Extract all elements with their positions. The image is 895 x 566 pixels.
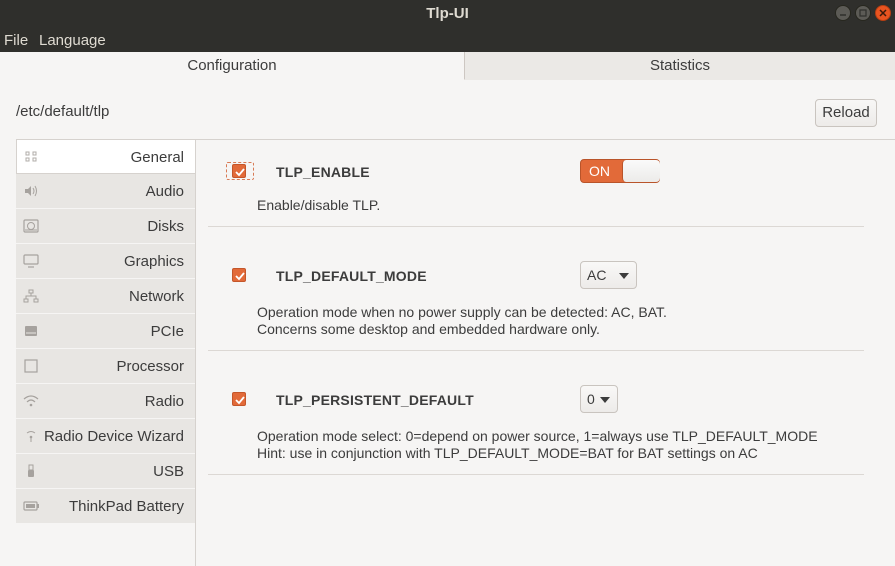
sidebar-item-label: Network: [128, 288, 184, 305]
tab-configuration[interactable]: Configuration: [0, 52, 465, 80]
checkmark-icon: [235, 168, 245, 177]
sidebar-item-label: Audio: [145, 183, 184, 200]
row-divider: [208, 350, 864, 351]
sidebar-item-label: ThinkPad Battery: [68, 498, 184, 515]
sidebar-item-processor[interactable]: Processor: [16, 349, 195, 384]
checkmark-icon: [235, 272, 245, 281]
processor-icon: [24, 359, 38, 373]
notebook-tabs: Configuration Statistics: [0, 52, 895, 80]
chevron-down-icon: [619, 273, 629, 279]
sidebar-item-audio[interactable]: Audio: [16, 174, 195, 209]
category-sidebar: General Audio Disks Graphics Network PCI…: [16, 139, 195, 524]
switch-state-label: ON: [589, 163, 610, 179]
grid-icon: [25, 151, 37, 162]
sidebar-item-graphics[interactable]: Graphics: [16, 244, 195, 279]
network-icon: [23, 289, 39, 303]
tab-statistics[interactable]: Statistics: [465, 52, 895, 80]
sidebar-item-label: USB: [153, 463, 184, 480]
sidebar-item-general[interactable]: General: [16, 139, 195, 174]
tlp-enable-switch[interactable]: ON: [580, 159, 660, 183]
switch-knob[interactable]: [622, 160, 660, 182]
wifi-icon: [23, 395, 39, 407]
disk-icon: [23, 219, 39, 233]
menu-language[interactable]: Language: [39, 32, 106, 49]
sidebar-item-radio-device-wizard[interactable]: Radio Device Wizard: [16, 419, 195, 454]
sidebar-item-disks[interactable]: Disks: [16, 209, 195, 244]
settings-panel: TLP_ENABLE ON Enable/disable TLP. TLP_DE…: [195, 139, 895, 566]
sidebar-item-thinkpad-battery[interactable]: ThinkPad Battery: [16, 489, 195, 524]
menu-bar: File Language: [0, 28, 895, 52]
setting-description: Operation mode when no power supply can …: [257, 304, 667, 320]
pcie-icon: [25, 326, 37, 336]
battery-icon: [23, 501, 39, 511]
close-icon: [879, 9, 887, 17]
setting-description: Enable/disable TLP.: [257, 197, 381, 213]
sidebar-item-label: Processor: [116, 358, 184, 375]
tlp-enable-checkbox[interactable]: [232, 164, 246, 178]
sidebar-item-radio[interactable]: Radio: [16, 384, 195, 419]
minimize-button[interactable]: [835, 5, 851, 21]
sidebar-item-network[interactable]: Network: [16, 279, 195, 314]
sidebar-item-label: Radio Device Wizard: [43, 428, 184, 445]
sidebar-item-pcie[interactable]: PCIe: [16, 314, 195, 349]
monitor-icon: [23, 254, 39, 268]
sidebar-item-label: General: [130, 149, 184, 166]
maximize-icon: [859, 9, 867, 17]
sidebar-item-label: Graphics: [123, 253, 184, 270]
setting-key: TLP_ENABLE: [276, 164, 370, 180]
usb-icon: [28, 464, 34, 477]
combo-value: AC: [587, 267, 607, 283]
maximize-button[interactable]: [855, 5, 871, 21]
tlp-persistent-default-combo[interactable]: 0: [580, 385, 618, 413]
window-title: Tlp-UI: [426, 5, 469, 22]
sidebar-item-label: Disks: [147, 218, 184, 235]
config-path: /etc/default/tlp: [16, 103, 110, 120]
setting-description: Hint: use in conjunction with TLP_DEFAUL…: [257, 445, 758, 461]
reload-button[interactable]: Reload: [815, 99, 877, 127]
setting-description: Operation mode select: 0=depend on power…: [257, 428, 818, 444]
setting-description: Concerns some desktop and embedded hardw…: [257, 321, 600, 337]
setting-key: TLP_PERSISTENT_DEFAULT: [276, 392, 474, 408]
tlp-default-mode-checkbox[interactable]: [232, 268, 246, 282]
setting-key: TLP_DEFAULT_MODE: [276, 268, 427, 284]
minimize-icon: [840, 14, 846, 16]
sidebar-item-label: Radio: [144, 393, 184, 410]
tlp-default-mode-combo[interactable]: AC: [580, 261, 637, 289]
chevron-down-icon: [600, 397, 610, 403]
checkmark-icon: [235, 396, 245, 405]
close-button[interactable]: [875, 5, 891, 21]
row-divider: [208, 226, 864, 227]
sidebar-item-label: PCIe: [150, 323, 184, 340]
title-bar: Tlp-UI: [0, 0, 895, 28]
menu-file[interactable]: File: [4, 32, 28, 49]
tlp-persistent-default-checkbox[interactable]: [232, 392, 246, 406]
combo-value: 0: [587, 391, 595, 407]
row-divider: [208, 474, 864, 475]
wizard-icon: [26, 431, 36, 442]
sidebar-item-usb[interactable]: USB: [16, 454, 195, 489]
speaker-icon: [25, 185, 37, 197]
